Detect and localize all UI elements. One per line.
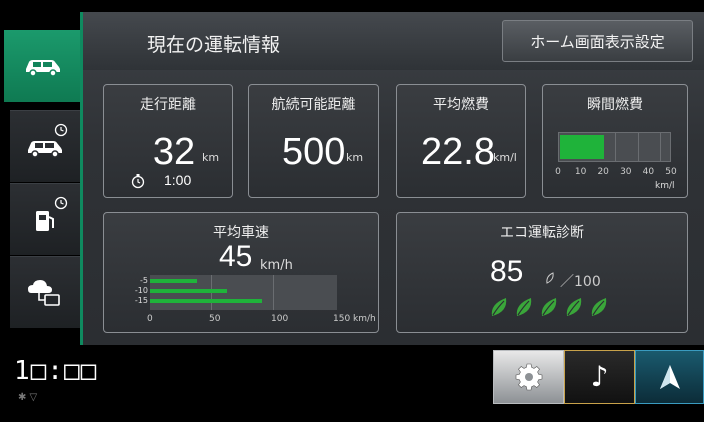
instant-fuel-ticks: 0 10 20 30 40 50	[543, 167, 689, 179]
avg-speed-ticks: 0 50 100 150 km/h	[104, 314, 380, 326]
leaf-icon	[541, 298, 557, 316]
eco-leaves	[489, 296, 609, 320]
avg-fuel-title: 平均燃費	[433, 97, 489, 113]
small-leaf-icon	[546, 272, 554, 284]
gauge-divider	[615, 133, 616, 161]
instant-fuel-tick: 10	[574, 167, 587, 177]
eco-card: エコ運転診断 85 ／100	[396, 212, 688, 333]
home-screen-settings-button[interactable]: ホーム画面表示設定	[502, 20, 693, 62]
eco-title: エコ運転診断	[500, 225, 584, 241]
instant-fuel-tick: 0	[555, 167, 561, 177]
avg-speed-title: 平均車速	[213, 225, 269, 241]
car-clock-icon	[28, 140, 62, 158]
avg-fuel-value: 22.8	[421, 131, 495, 173]
status-icons: ✱ ▽	[18, 392, 38, 403]
distance-unit: km	[202, 151, 220, 164]
clock-icon	[54, 196, 68, 210]
clock-icon	[54, 123, 68, 137]
avg-speed-value: 45	[219, 240, 253, 273]
music-note-icon: ♪	[590, 360, 609, 393]
tab-driving-history[interactable]	[10, 110, 80, 182]
instant-fuel-card: 瞬間燃費 0 10 20 30 40 50 km/l	[542, 84, 688, 198]
display-screen: 現在の運転情報 ホーム画面表示設定 走行距離 32 km 1:00 航続可能距離…	[0, 0, 704, 422]
eco-max-label: ／100	[560, 274, 601, 290]
leaf-icon	[566, 298, 582, 316]
leaf-icon	[516, 298, 532, 316]
distance-time: 1:00	[164, 172, 192, 188]
distance-title: 走行距離	[140, 97, 196, 113]
navigation-arrow-icon	[659, 365, 680, 389]
avg-speed-row-label: -5	[140, 276, 148, 285]
instant-fuel-bar	[560, 135, 604, 159]
instant-fuel-tick: 20	[597, 167, 609, 177]
range-title: 航続可能距離	[271, 97, 356, 113]
distance-value: 32	[152, 131, 196, 173]
avg-speed-rows: -5 -10 -15	[104, 275, 380, 310]
stopwatch-icon	[131, 174, 145, 189]
range-unit: km	[346, 151, 364, 164]
tab-driving-info[interactable]	[4, 30, 82, 102]
tab-connected-service[interactable]	[10, 256, 80, 328]
avg-fuel-card: 平均燃費 22.8 km/l	[396, 84, 526, 198]
eco-score: 85	[490, 255, 524, 288]
avg-speed-bar	[150, 289, 227, 293]
main-panel: 現在の運転情報 ホーム画面表示設定 走行距離 32 km 1:00 航続可能距離…	[83, 12, 704, 345]
avg-speed-row-label: -15	[134, 296, 148, 305]
leaf-icon	[591, 298, 607, 316]
instant-fuel-gauge	[558, 132, 671, 162]
tab-fuel-history[interactable]	[10, 183, 80, 255]
clock: 1□:□□	[14, 356, 98, 386]
avg-speed-unit: km/h	[260, 258, 293, 273]
instant-fuel-title: 瞬間燃費	[587, 97, 643, 113]
leaf-icon	[491, 298, 507, 316]
instant-fuel-unit: km/l	[655, 181, 675, 191]
gauge-divider	[660, 133, 661, 161]
range-value: 500	[282, 131, 346, 173]
page-title: 現在の運転情報	[147, 34, 281, 56]
settings-button[interactable]	[493, 350, 564, 404]
avg-speed-tick: 0	[147, 314, 153, 324]
distance-card: 走行距離 32 km 1:00	[103, 84, 233, 198]
instant-fuel-tick: 40	[642, 167, 655, 177]
navigation-button[interactable]	[635, 350, 704, 404]
avg-speed-tick: 50	[209, 314, 221, 324]
avg-speed-bar	[150, 279, 197, 283]
range-card: 航続可能距離 500 km	[248, 84, 379, 198]
avg-speed-tick: 100	[271, 314, 289, 324]
avg-speed-row-label: -10	[134, 286, 148, 295]
gear-icon	[515, 363, 542, 391]
avg-speed-bar	[150, 299, 262, 303]
avg-speed-tick: 150 km/h	[333, 314, 376, 324]
instant-fuel-tick: 30	[620, 167, 632, 177]
audio-button[interactable]: ♪	[564, 350, 635, 404]
avg-fuel-unit: km/l	[493, 151, 517, 164]
instant-fuel-tick: 50	[665, 167, 677, 177]
avg-speed-card: 平均車速 45 km/h -5 -10 -15 0 50 100 150 km/h	[103, 212, 379, 333]
top-bar: 現在の運転情報 ホーム画面表示設定	[83, 12, 704, 70]
gauge-divider	[638, 133, 639, 161]
sidebar	[0, 0, 86, 345]
car-icon	[26, 60, 60, 77]
cloud-connect-icon	[28, 279, 60, 306]
